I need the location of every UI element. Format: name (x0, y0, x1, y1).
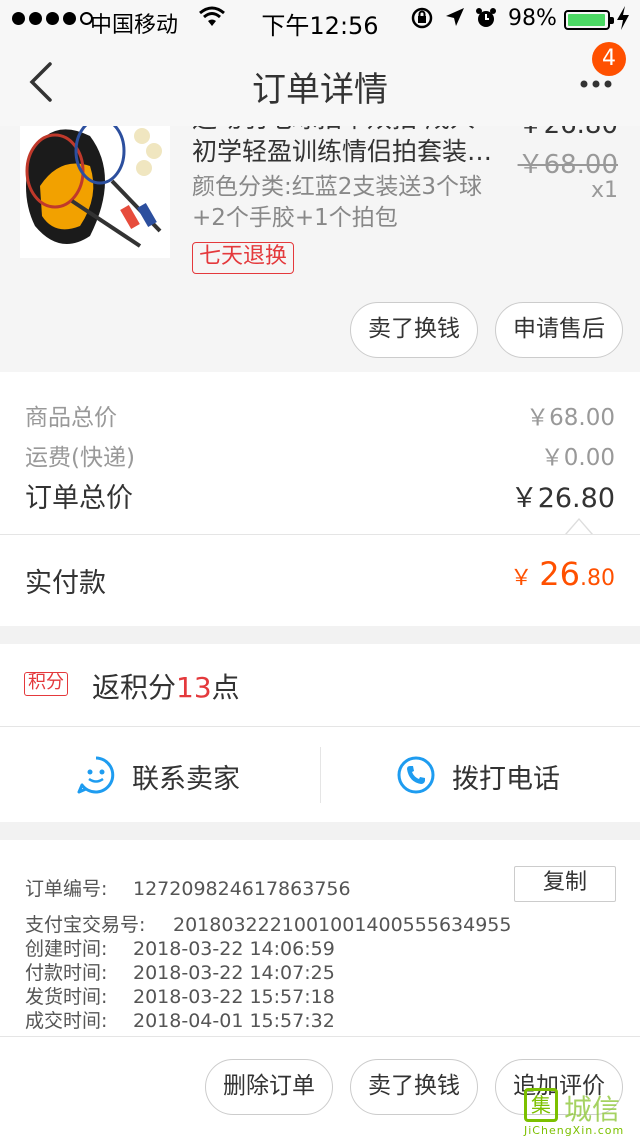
goods-total-label: 商品总价 (25, 405, 117, 431)
watermark-en: JiChengXin.com (524, 1124, 625, 1136)
amount-paid-value: ￥ 26.80 (510, 555, 615, 593)
points-row: 积分 返积分13点 (0, 644, 640, 726)
alipay-trade-label: 支付宝交易号: (25, 914, 146, 936)
order-number-label: 订单编号: (25, 878, 108, 900)
product-spec: 颜色分类:红蓝2支装送3个球+2个手胶+1个拍包 (192, 174, 483, 231)
alarm-icon (474, 6, 498, 35)
points-prefix: 返积分 (92, 671, 177, 704)
created-time-label: 创建时间: (25, 938, 108, 960)
product-card[interactable]: 运动羽毛球拍单双拍 成人 初学轻盈训练情侣拍套装2... ￥26.80 ￥68.… (0, 126, 640, 372)
product-original-price: ￥68.00 (517, 150, 618, 180)
paid-time-row: 付款时间: 2018-03-22 14:07:25 (25, 958, 335, 985)
product-quantity: x1 (590, 178, 618, 203)
battery-percent: 98% (508, 6, 557, 31)
created-time-row: 创建时间: 2018-03-22 14:06:59 (25, 934, 335, 961)
amount-paid-row: 实付款 ￥ 26.80 (0, 534, 640, 626)
order-number-value: 127209824617863756 (133, 878, 351, 900)
points-tag: 积分 (24, 672, 68, 696)
product-name[interactable]: 运动羽毛球拍单双拍 成人 初学轻盈训练情侣拍套装2... (192, 126, 502, 168)
shipped-time-row: 发货时间: 2018-03-22 15:57:18 (25, 982, 335, 1009)
seven-day-return-tag: 七天退换 (192, 242, 295, 274)
order-total-row: 订单总价 ￥26.80 (25, 476, 615, 515)
amount-paid-currency: ￥ (510, 566, 533, 591)
call-button[interactable]: 拨打电话 (320, 727, 640, 823)
product-price: ￥26.80 (518, 126, 618, 141)
contact-bar: 联系卖家 拨打电话 (0, 726, 640, 822)
watermark-box: 集 (524, 1088, 558, 1122)
amount-paid-decimal: .80 (580, 566, 615, 591)
status-bar: 中国移动 下午12:56 98% (0, 0, 640, 40)
alipay-trade-value: 2018032221001001400555634955 (173, 914, 512, 936)
price-summary: 商品总价 ￥68.00 运费(快递) ￥0.00 订单总价 ￥26.80 (0, 372, 640, 535)
alipay-trade-row: 支付宝交易号: 2018032221001001400555634955 (25, 910, 511, 937)
order-info: 订单编号: 127209824617863756 复制 支付宝交易号: 201803… (0, 840, 640, 1036)
page-title: 订单详情 (252, 70, 388, 110)
caret-pointer (565, 518, 593, 535)
points-suffix: 点 (211, 671, 240, 704)
watermark-cn: 城信 (564, 1093, 621, 1126)
created-time-value: 2018-03-22 14:06:59 (133, 938, 335, 960)
phone-icon (396, 755, 436, 795)
order-total-label: 订单总价 (25, 483, 133, 514)
message-count-badge: 4 (592, 42, 626, 76)
sell-for-cash-button[interactable]: 卖了换钱 (350, 302, 478, 358)
shipped-time-label: 发货时间: (25, 986, 108, 1008)
contact-seller-label: 联系卖家 (132, 764, 240, 795)
completed-time-value: 2018-04-01 15:57:32 (133, 1010, 335, 1032)
battery-icon (564, 10, 614, 30)
shipping-value: ￥0.00 (540, 445, 615, 471)
charging-icon (616, 6, 630, 35)
delete-order-button[interactable]: 删除订单 (205, 1059, 333, 1115)
watermark-logo: 集 城信 JiChengXin.com (524, 1088, 640, 1136)
order-total-value: ￥26.80 (510, 483, 615, 514)
paid-time-value: 2018-03-22 14:07:25 (133, 962, 335, 984)
call-label: 拨打电话 (452, 764, 560, 795)
shipped-time-value: 2018-03-22 15:57:18 (133, 986, 335, 1008)
contact-seller-button[interactable]: 联系卖家 (0, 727, 320, 823)
sell-for-cash-button-bottom[interactable]: 卖了换钱 (350, 1059, 478, 1115)
shipping-label: 运费(快递) (25, 445, 135, 471)
navigation-bar: 订单详情 4 (0, 40, 640, 126)
amount-paid-label: 实付款 (25, 568, 106, 599)
chat-smile-icon (76, 755, 116, 795)
location-icon (444, 6, 466, 33)
product-name-line2: 初学轻盈训练情侣拍套装2... (192, 137, 502, 166)
amount-paid-integer: 26 (539, 555, 580, 593)
rotation-lock-icon (410, 6, 434, 35)
shipping-row: 运费(快递) ￥0.00 (25, 438, 615, 472)
product-name-line1: 运动羽毛球拍单双拍 成人 (192, 126, 502, 135)
product-image[interactable] (20, 126, 170, 258)
points-text: 返积分13点 (92, 666, 240, 706)
after-sales-button[interactable]: 申请售后 (495, 302, 623, 358)
goods-total-row: 商品总价 ￥68.00 (25, 398, 615, 432)
order-number-row: 订单编号: 127209824617863756 (25, 874, 351, 901)
points-value: 13 (176, 671, 212, 704)
completed-time-label: 成交时间: (25, 1010, 108, 1032)
paid-time-label: 付款时间: (25, 962, 108, 984)
completed-time-row: 成交时间: 2018-04-01 15:57:32 (25, 1006, 335, 1033)
copy-button[interactable]: 复制 (514, 866, 616, 902)
goods-total-value: ￥68.00 (526, 405, 615, 431)
